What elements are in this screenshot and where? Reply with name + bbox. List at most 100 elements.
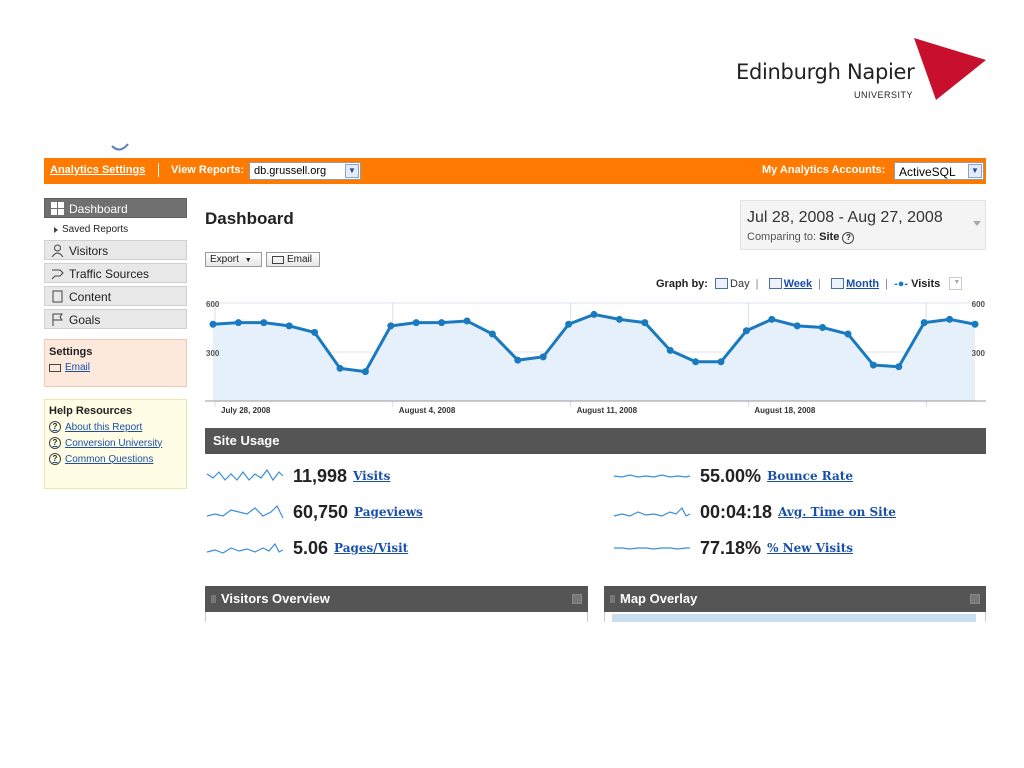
sidebar-item-content[interactable]: Content <box>44 286 187 306</box>
help-link-about[interactable]: ? About this Report <box>49 421 182 433</box>
map-overlay-header[interactable]: Map Overlay <box>604 586 986 612</box>
visitors-overview-header[interactable]: Visitors Overview <box>205 586 588 612</box>
data-point[interactable] <box>793 322 801 330</box>
data-point[interactable] <box>895 363 903 371</box>
export-button[interactable]: Export ▼ <box>205 252 262 267</box>
help-title: Help Resources <box>49 405 133 417</box>
divider: | <box>818 278 822 290</box>
sidebar-item-dashboard[interactable]: Dashboard <box>44 198 187 218</box>
sidebar-item-traffic-sources[interactable]: Traffic Sources <box>44 263 187 283</box>
drag-handle-icon[interactable] <box>211 595 216 603</box>
metric-value: 00:04:18 <box>700 502 773 522</box>
graph-by-month[interactable]: Month <box>846 278 879 290</box>
site-select[interactable]: db.grussell.org ▼ <box>249 162 361 180</box>
sidebar-item-label: Content <box>69 290 112 304</box>
data-point[interactable] <box>641 319 649 327</box>
calendar-day-icon <box>715 278 729 289</box>
metric-link-bounce-rate[interactable]: Bounce Rate <box>767 469 853 483</box>
traffic-icon <box>51 269 64 280</box>
metric-link-pages-per-visit[interactable]: Pages/Visit <box>334 541 408 555</box>
data-point[interactable] <box>717 358 725 366</box>
panel-title: Visitors Overview <box>221 591 330 606</box>
question-icon: ? <box>49 437 61 449</box>
sidebar-item-label: Traffic Sources <box>69 267 150 281</box>
data-point[interactable] <box>971 320 979 328</box>
data-point[interactable] <box>285 322 293 330</box>
close-icon[interactable] <box>572 594 582 604</box>
data-point[interactable] <box>946 315 954 323</box>
metric-link-avg-time-on-site[interactable]: Avg. Time on Site <box>778 505 896 519</box>
question-icon[interactable]: ? <box>842 232 855 244</box>
data-point[interactable] <box>438 319 446 327</box>
visits-line-chart: 600 600 300 300 July 28, 2008 August 4, 2008 A… <box>205 300 986 415</box>
data-point[interactable] <box>666 346 674 354</box>
sidebar: Dashboard Saved Reports Visitors Traffic… <box>44 198 187 489</box>
graph-by-week[interactable]: Week <box>784 278 813 290</box>
email-label: Email <box>287 254 313 265</box>
metric-dropdown[interactable]: ▼ <box>949 277 963 290</box>
logo-subtitle: UNIVERSITY <box>854 90 914 100</box>
data-point[interactable] <box>869 361 877 369</box>
data-point[interactable] <box>615 315 623 323</box>
divider: | <box>885 278 888 290</box>
calendar-week-icon <box>768 278 782 289</box>
sparkline-icon <box>613 506 691 517</box>
settings-email-link[interactable]: Email <box>49 362 182 373</box>
visitors-overview-body <box>205 612 588 622</box>
data-point[interactable] <box>692 358 700 366</box>
help-link-conversion-university[interactable]: ? Conversion University <box>49 437 182 449</box>
data-point[interactable] <box>819 324 827 331</box>
sidebar-item-saved-reports[interactable]: Saved Reports <box>44 221 187 240</box>
flag-icon <box>52 313 63 326</box>
date-range-picker[interactable]: Jul 28, 2008 - Aug 27, 2008 Comparing to… <box>740 200 986 250</box>
account-select[interactable]: ActiveSQL ▼ <box>894 162 984 180</box>
data-point[interactable] <box>920 319 928 327</box>
help-link-label: About this Report <box>65 421 143 433</box>
data-point[interactable] <box>844 330 852 338</box>
data-point[interactable] <box>412 319 420 327</box>
sidebar-item-visitors[interactable]: Visitors <box>44 240 187 260</box>
data-point[interactable] <box>539 353 547 361</box>
graph-by-controls: Graph by: Day | Week | Month | -●- Visit… <box>656 277 963 290</box>
data-point[interactable] <box>463 317 471 325</box>
chevron-down-icon: ▼ <box>244 257 252 264</box>
data-point[interactable] <box>590 310 598 318</box>
data-point[interactable] <box>260 319 268 327</box>
chevron-down-icon: ▼ <box>953 279 961 286</box>
data-point[interactable] <box>234 319 242 327</box>
analytics-settings-link[interactable]: Analytics Settings <box>50 164 145 176</box>
data-point[interactable] <box>565 320 573 328</box>
data-point[interactable] <box>768 315 776 323</box>
y-tick-label: 300 <box>206 349 220 358</box>
graph-by-day[interactable]: Day <box>730 278 750 290</box>
help-link-label: Conversion University <box>65 437 163 449</box>
chevron-down-icon: ▼ <box>345 164 359 178</box>
close-icon[interactable] <box>970 594 980 604</box>
help-link-common-questions[interactable]: ? Common Questions <box>49 453 182 465</box>
graph-metric-label: Visits <box>911 278 941 290</box>
data-point[interactable] <box>742 327 750 335</box>
data-point[interactable] <box>361 368 369 376</box>
data-point[interactable] <box>514 356 522 364</box>
data-point[interactable] <box>488 330 496 338</box>
sparkline-icon <box>206 542 284 554</box>
help-resources-box: Help Resources ? About this Report ? Con… <box>44 399 187 489</box>
chevron-down-icon: ▼ <box>968 164 982 178</box>
data-point[interactable] <box>311 328 319 336</box>
data-point[interactable] <box>387 322 395 330</box>
sidebar-item-label: Dashboard <box>69 202 128 216</box>
sidebar-item-label: Saved Reports <box>62 224 129 235</box>
data-point[interactable] <box>336 364 344 372</box>
metric-value: 5.06 <box>293 538 329 558</box>
metric-link-new-visits[interactable]: % New Visits <box>767 541 853 555</box>
metric-link-visits[interactable]: Visits <box>353 469 390 483</box>
metric-link-pageviews[interactable]: Pageviews <box>354 505 423 519</box>
data-point[interactable] <box>209 320 217 328</box>
y-tick-label: 300 <box>972 349 986 358</box>
site-usage-header: Site Usage <box>205 428 986 454</box>
sidebar-item-label: Visitors <box>69 244 109 258</box>
email-button[interactable]: Email <box>266 252 320 267</box>
drag-handle-icon[interactable] <box>610 595 615 603</box>
sidebar-item-goals[interactable]: Goals <box>44 309 187 329</box>
series-legend-icon: -●- <box>894 278 909 290</box>
